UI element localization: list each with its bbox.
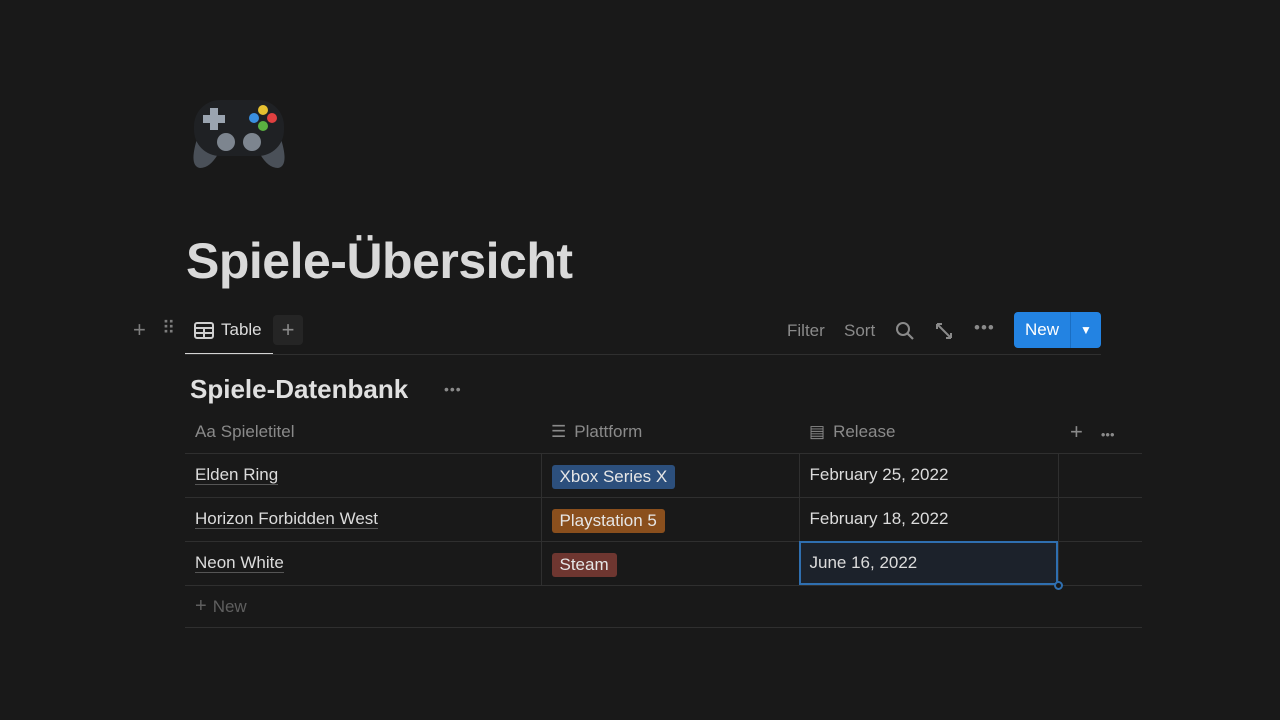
more-options-icon[interactable]: ••• bbox=[974, 318, 995, 338]
column-options-icon[interactable]: ••• bbox=[1101, 427, 1115, 442]
column-header-platform[interactable]: ☰ Plattform bbox=[541, 412, 799, 454]
column-header-title[interactable]: Aa Spieletitel bbox=[185, 412, 541, 454]
new-row-label[interactable]: New bbox=[213, 597, 247, 616]
database-table: Aa Spieletitel ☰ Plattform ▤ Release + ••• E… bbox=[185, 412, 1142, 628]
drag-handle-icon[interactable]: ⠿ bbox=[162, 318, 175, 339]
tab-table[interactable]: Table bbox=[194, 320, 262, 340]
table-row[interactable]: Neon White Steam June 16, 2022 bbox=[185, 541, 1142, 590]
divider bbox=[185, 354, 1101, 355]
list-icon: ☰ bbox=[551, 422, 567, 442]
release-date[interactable]: February 18, 2022 bbox=[798, 497, 1058, 542]
search-icon[interactable] bbox=[895, 321, 915, 341]
expand-icon[interactable] bbox=[935, 322, 953, 340]
empty-cell bbox=[1057, 453, 1142, 498]
table-row[interactable]: Horizon Forbidden West Playstation 5 Feb… bbox=[185, 497, 1142, 542]
release-date[interactable]: February 25, 2022 bbox=[798, 453, 1058, 498]
resize-handle[interactable] bbox=[1053, 580, 1063, 590]
page-title: Spiele-Übersicht bbox=[186, 233, 573, 289]
sort-button[interactable]: Sort bbox=[844, 321, 875, 341]
header-row: Aa Spieletitel ☰ Plattform ▤ Release + ••• bbox=[185, 412, 1142, 454]
tab-label: Table bbox=[221, 320, 262, 339]
platform-tag: Xbox Series X bbox=[551, 465, 676, 489]
add-block-icon[interactable]: + bbox=[133, 317, 146, 343]
platform-tag: Playstation 5 bbox=[551, 509, 665, 533]
release-date-selected[interactable]: June 16, 2022 bbox=[798, 541, 1063, 590]
database-options-icon[interactable]: ••• bbox=[444, 381, 462, 397]
row-title[interactable]: Elden Ring bbox=[195, 465, 279, 485]
text-type-icon: Aa bbox=[195, 422, 216, 442]
add-view-button[interactable]: + bbox=[273, 315, 303, 345]
add-column-icon[interactable]: + bbox=[1070, 419, 1083, 444]
row-title[interactable]: Neon White bbox=[195, 553, 284, 573]
new-row[interactable]: + New bbox=[185, 585, 1142, 628]
new-button[interactable]: New ▼ bbox=[1014, 312, 1101, 348]
plus-icon: + bbox=[195, 594, 207, 617]
chevron-down-icon[interactable]: ▼ bbox=[1071, 312, 1101, 348]
table-icon bbox=[194, 321, 214, 339]
column-actions: + ••• bbox=[1058, 412, 1142, 454]
empty-cell bbox=[1057, 497, 1142, 542]
calendar-icon: ▤ bbox=[809, 422, 826, 442]
row-title[interactable]: Horizon Forbidden West bbox=[195, 509, 378, 529]
table-row[interactable]: Elden Ring Xbox Series X February 25, 20… bbox=[185, 453, 1142, 498]
platform-tag: Steam bbox=[551, 553, 617, 577]
database-title: Spiele-Datenbank bbox=[190, 374, 409, 404]
game-controller-icon bbox=[193, 100, 285, 168]
column-header-release[interactable]: ▤ Release bbox=[799, 412, 1058, 454]
new-button-label[interactable]: New bbox=[1014, 312, 1071, 348]
empty-cell bbox=[1057, 541, 1142, 586]
filter-button[interactable]: Filter bbox=[787, 321, 825, 341]
